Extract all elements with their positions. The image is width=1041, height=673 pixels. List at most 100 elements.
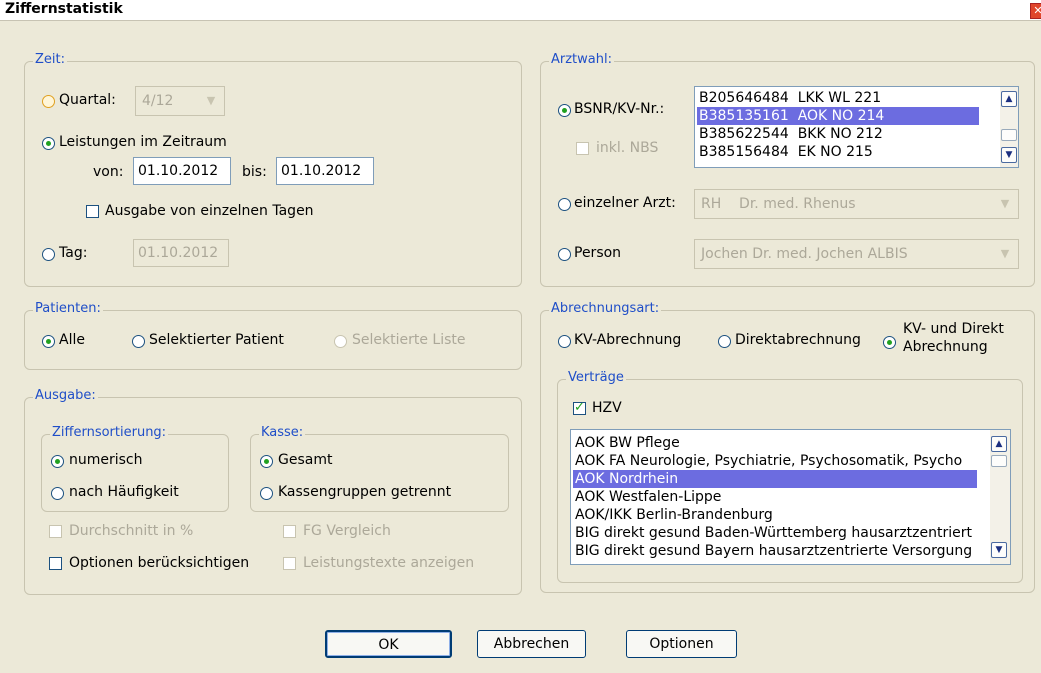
zeit-legend: Zeit: [33,52,67,67]
title-bar: Ziffernstatistik ✕ [0,0,1041,21]
fg-vergleich-checkbox[interactable] [283,525,296,538]
optionen-button[interactable]: Optionen [626,630,737,658]
optionen-label: Optionen berücksichtigen [69,555,250,571]
scroll-thumb[interactable] [991,455,1007,467]
person-value: Jochen Dr. med. Jochen ALBIS [701,246,908,262]
von-label: von: [93,164,124,180]
list-item[interactable]: B385622544 BKK NO 212 [699,125,979,143]
inkl-nbs-label: inkl. NBS [596,140,659,156]
alle-label: Alle [59,332,85,348]
haeufigkeit-radio[interactable] [51,487,64,500]
abbrechen-button[interactable]: Abbrechen [477,630,586,658]
arztwahl-group: Arztwahl: BSNR/KV-Nr.: inkl. NBS B205646… [540,52,1035,287]
list-item[interactable]: B205646484 LKK WL 221 [699,89,979,107]
durchschnitt-label: Durchschnitt in % [69,523,194,539]
alle-radio[interactable] [42,335,55,348]
arzt-select[interactable]: RH Dr. med. Rhenus ▼ [694,189,1019,219]
abrechnungsart-group: Abrechnungsart: KV-Abrechnung Direktabre… [540,301,1035,593]
patienten-legend: Patienten: [33,301,103,316]
tag-radio[interactable] [42,248,55,261]
gesamt-label: Gesamt [278,452,333,468]
kv-abrechnung-radio[interactable] [558,335,571,348]
window-title: Ziffernstatistik [5,1,123,17]
ok-button[interactable]: OK [325,630,452,658]
list-item[interactable]: BIG direkt gesund Bayern hausarztzentrie… [575,542,972,560]
haeufigkeit-label: nach Häufigkeit [69,484,179,500]
ziffernsortierung-legend: Ziffernsortierung: [50,425,169,440]
kassengruppen-label: Kassengruppen getrennt [278,484,452,500]
kv-abrechnung-label: KV-Abrechnung [574,332,682,348]
list-item-selected[interactable]: B385135161 AOK NO 214 [697,107,979,125]
quartal-select[interactable]: 4/12 ▼ [135,86,225,116]
leistungstexte-checkbox[interactable] [283,557,296,570]
scroll-down-icon[interactable]: ▼ [991,542,1007,558]
list-item[interactable]: AOK BW Pflege [575,434,680,452]
leistungstexte-label: Leistungstexte anzeigen [303,555,475,571]
fg-vergleich-label: FG Vergleich [303,523,391,539]
einzelne-tage-label: Ausgabe von einzelnen Tagen [105,203,314,219]
tag-label: Tag: [59,245,88,261]
optionen-checkbox[interactable] [49,557,62,570]
kv-direkt-radio[interactable] [883,336,896,349]
einzelner-arzt-label: einzelner Arzt: [574,195,676,211]
numerisch-label: numerisch [69,452,143,468]
selektierte-liste-label: Selektierte Liste [352,332,466,348]
kv-direkt-label-line2: Abrechnung [903,339,988,355]
von-input[interactable]: 01.10.2012 [133,157,231,185]
list-item[interactable]: AOK FA Neurologie, Psychiatrie, Psychoso… [575,452,962,470]
scroll-up-icon[interactable]: ▲ [991,436,1007,452]
ziffernsortierung-group: Ziffernsortierung: numerisch nach Häufig… [41,425,229,512]
einzelne-tage-checkbox[interactable] [86,205,99,218]
hzv-checkbox[interactable] [573,400,586,415]
bsnr-label: BSNR/KV-Nr.: [574,101,665,117]
bsnr-radio[interactable] [558,104,571,117]
tag-input[interactable]: 01.10.2012 [133,239,229,267]
list-item[interactable]: AOK/IKK Berlin-Brandenburg [575,506,773,524]
scroll-up-icon[interactable]: ▲ [1001,91,1017,107]
durchschnitt-checkbox[interactable] [49,525,62,538]
scrollbar[interactable]: ▲ ▼ [1000,87,1018,167]
quartal-radio[interactable] [42,95,55,108]
arztwahl-legend: Arztwahl: [549,52,614,67]
hzv-label: HZV [592,400,622,416]
kasse-group: Kasse: Gesamt Kassengruppen getrennt [250,425,509,512]
bis-input[interactable]: 01.10.2012 [276,157,374,185]
list-item-selected[interactable]: AOK Nordrhein [573,470,977,488]
chevron-down-icon: ▼ [206,94,216,107]
close-icon[interactable]: ✕ [1030,3,1041,19]
gesamt-radio[interactable] [260,455,273,468]
selektierter-patient-label: Selektierter Patient [149,332,284,348]
selektierter-patient-radio[interactable] [132,335,145,348]
arzt-value: RH Dr. med. Rhenus [701,196,856,212]
ausgabe-group: Ausgabe: Ziffernsortierung: numerisch na… [24,388,522,595]
list-item[interactable]: BIG direkt gesund Baden-Württemberg haus… [575,524,972,542]
einzelner-arzt-radio[interactable] [558,198,571,211]
direktabrechnung-radio[interactable] [718,335,731,348]
person-select[interactable]: Jochen Dr. med. Jochen ALBIS ▼ [694,239,1019,269]
scroll-thumb[interactable] [1001,129,1017,141]
zeit-group: Zeit: Quartal: 4/12 ▼ Leistungen im Zeit… [24,52,522,287]
list-item[interactable]: AOK Westfalen-Lippe [575,488,721,506]
scrollbar[interactable]: ▲ ▼ [990,430,1010,564]
quartal-label: Quartal: [59,92,116,108]
person-radio[interactable] [558,248,571,261]
chevron-down-icon: ▼ [1000,197,1010,210]
numerisch-radio[interactable] [51,455,64,468]
selektierte-liste-radio[interactable] [334,335,347,348]
quartal-value: 4/12 [142,93,174,109]
kassengruppen-radio[interactable] [260,487,273,500]
chevron-down-icon: ▼ [1000,247,1010,260]
bsnr-list[interactable]: B205646484 LKK WL 221 B385135161 AOK NO … [694,86,1019,168]
vertraege-list[interactable]: AOK BW Pflege AOK FA Neurologie, Psychia… [570,429,1011,565]
list-item[interactable]: B385156484 EK NO 215 [699,143,979,161]
direktabrechnung-label: Direktabrechnung [735,332,861,348]
abrechnungsart-legend: Abrechnungsart: [549,301,662,316]
ausgabe-legend: Ausgabe: [33,388,98,403]
person-label: Person [574,245,622,261]
patienten-group: Patienten: Alle Selektierter Patient Sel… [24,301,522,370]
inkl-nbs-checkbox[interactable] [576,142,589,155]
leistungen-zeitraum-radio[interactable] [42,137,55,150]
scroll-down-icon[interactable]: ▼ [1001,147,1017,163]
bis-label: bis: [242,164,267,180]
vertraege-group: Verträge HZV AOK BW Pflege AOK FA Neurol… [557,370,1023,583]
